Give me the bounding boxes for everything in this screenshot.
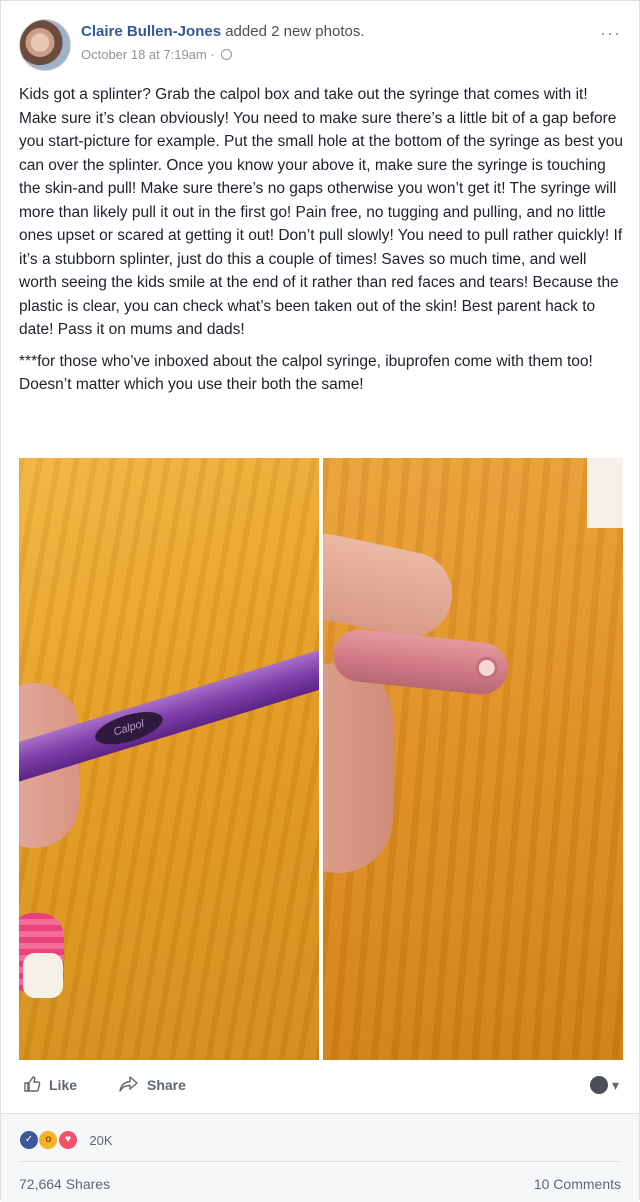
wow-reaction-icon: o — [38, 1130, 59, 1150]
photo-grid: Calpol — [19, 458, 623, 1060]
post-footer: ✓ o ♥ 20K 72,664 Shares 10 Comments — [1, 1113, 639, 1202]
author-name[interactable]: Claire Bullen-Jones — [81, 23, 221, 40]
share-button[interactable]: Share — [119, 1075, 186, 1096]
share-label: Share — [147, 1077, 186, 1093]
facebook-post: Claire Bullen-Jones added 2 new photos. … — [0, 0, 640, 1202]
globe-icon — [221, 49, 233, 60]
syringe-logo: Calpol — [91, 705, 167, 751]
author-action: added 2 new photos. — [225, 23, 365, 40]
thumbs-up-icon — [23, 1075, 41, 1096]
author-line: Claire Bullen-Jones added 2 new photos. — [81, 23, 365, 40]
love-reaction-icon: ♥ — [57, 1130, 78, 1150]
finger-shape — [323, 526, 460, 645]
post-paragraph: ***for those who’ve inboxed about the ca… — [19, 352, 593, 394]
photo-syringe-tip[interactable] — [323, 458, 623, 1060]
shares-count[interactable]: 72,664 Shares — [19, 1176, 110, 1192]
share-arrow-icon — [119, 1075, 139, 1096]
toy-base-shape — [23, 953, 63, 998]
more-options-button[interactable]: ··· — [600, 23, 621, 44]
post-paragraph: Kids got a splinter? Grab the calpol box… — [19, 86, 623, 338]
divider — [19, 1161, 621, 1162]
post-text: Kids got a splinter? Grab the calpol box… — [19, 83, 624, 405]
like-label: Like — [49, 1077, 78, 1093]
post-timestamp[interactable]: October 18 at 7:19am — [81, 47, 207, 62]
chevron-down-icon: ▾ — [611, 1077, 619, 1093]
post-meta: October 18 at 7:19am · — [81, 47, 233, 62]
photo-syringe-held[interactable]: Calpol — [19, 458, 319, 1060]
avatar[interactable] — [19, 19, 71, 71]
like-button[interactable]: Like — [23, 1075, 77, 1096]
thumb-shape — [323, 663, 393, 873]
box-corner-shape — [587, 458, 623, 528]
comments-count[interactable]: 10 Comments — [534, 1176, 621, 1192]
post-header: Claire Bullen-Jones added 2 new photos. … — [19, 17, 621, 73]
post-actions: Like Share ▾ — [19, 1063, 621, 1109]
audience-selector[interactable]: ▾ — [590, 1076, 619, 1094]
reactions-summary[interactable]: ✓ o ♥ 20K — [19, 1130, 113, 1150]
like-reaction-icon: ✓ — [19, 1130, 39, 1150]
reaction-count: 20K — [89, 1132, 113, 1148]
audience-icon — [590, 1076, 609, 1094]
syringe-hole — [474, 655, 499, 681]
